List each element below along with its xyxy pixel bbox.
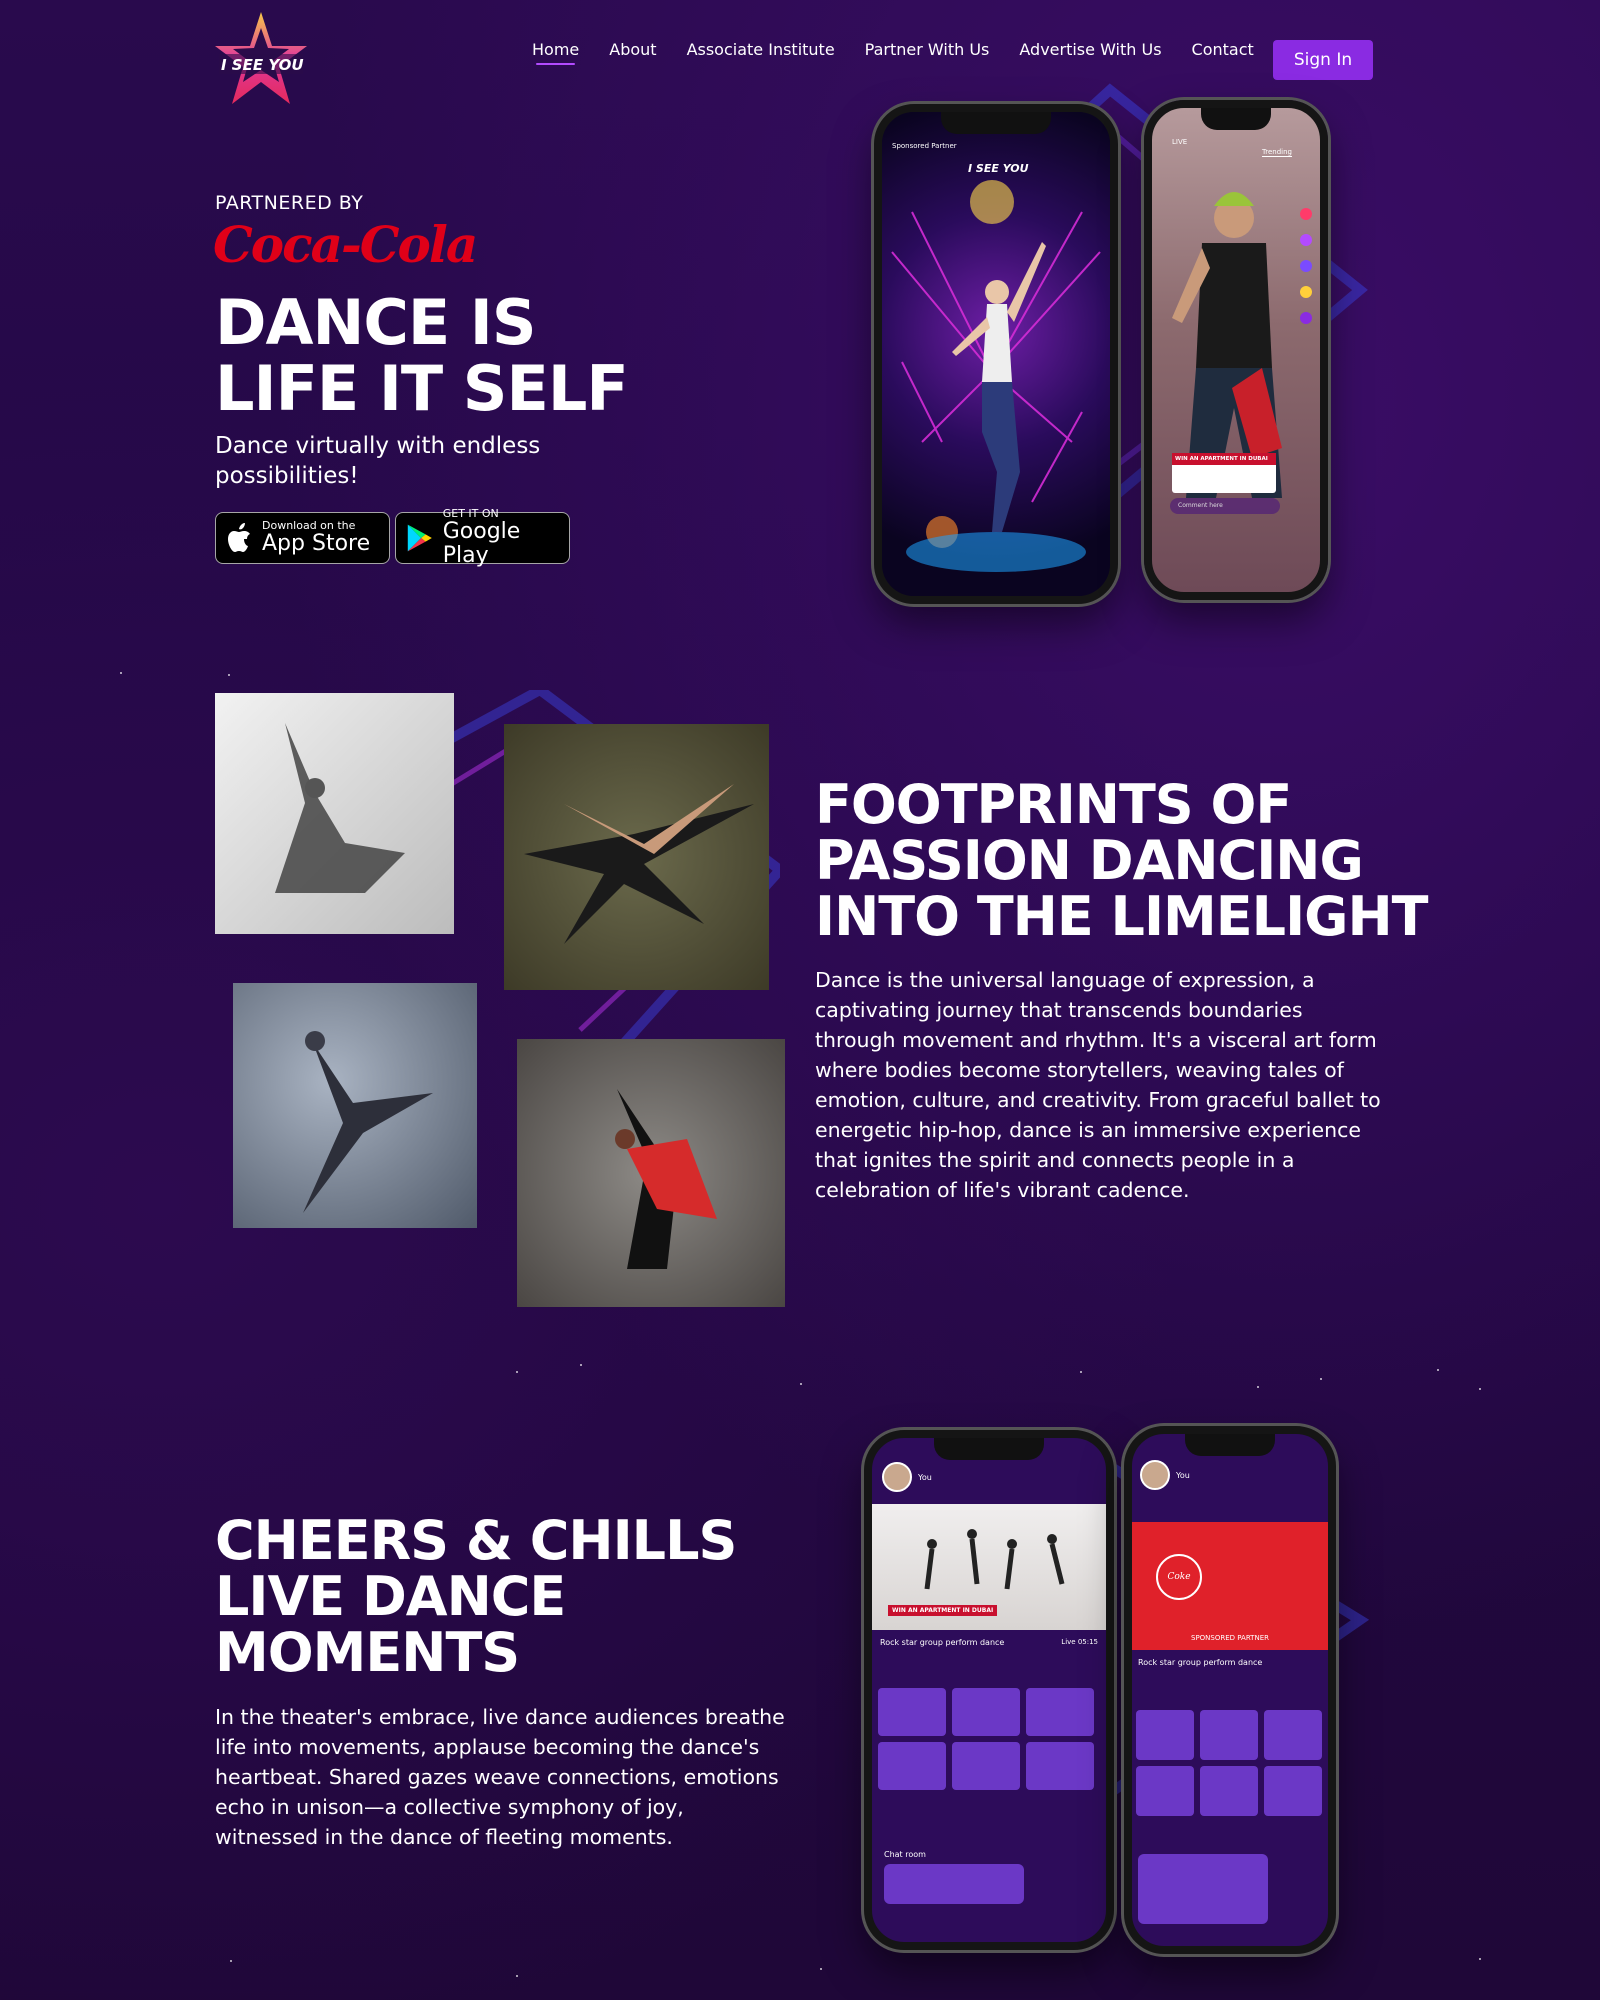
participant-tile[interactable]	[952, 1742, 1020, 1790]
app-store-button[interactable]: Download on the App Store	[215, 512, 390, 564]
dancer-photo	[1172, 192, 1282, 498]
google-play-icon	[407, 524, 432, 552]
nav-partner-with-us[interactable]: Partner With Us	[865, 40, 990, 59]
partnered-by-label: PARTNERED BY	[215, 192, 364, 214]
chat-message	[884, 1864, 1024, 1904]
participant-tile[interactable]	[878, 1688, 946, 1736]
section2-title-line3: INTO THE LIMELIGHT	[815, 885, 1429, 948]
section3-title-line3: MOMENTS	[215, 1621, 520, 1684]
hero-phone-right: LIVE Trending WIN AN APARTMENT IN DUBAI …	[1144, 100, 1328, 600]
phone4-sponsored-label: SPONSORED PARTNER	[1191, 1634, 1269, 1642]
participant-tile[interactable]	[952, 1688, 1020, 1736]
phone3-caption: Rock star group perform dance	[880, 1638, 1005, 1647]
phone3-banner: WIN AN APARTMENT IN DUBAI	[888, 1605, 998, 1616]
google-play-big-text: Google Play	[442, 519, 521, 568]
phone2-trending-tab[interactable]: Trending	[1262, 148, 1292, 157]
phone2-side-icons	[1300, 208, 1312, 324]
participant-tile[interactable]	[878, 1742, 946, 1790]
phone4-caption: Rock star group perform dance	[1138, 1658, 1263, 1667]
live-phone-right: You Coke SPONSORED PARTNER Rock star gro…	[1124, 1426, 1336, 1954]
logo-text: I SEE YOU	[221, 56, 304, 74]
phone3-username: You	[918, 1472, 932, 1482]
participant-tile[interactable]	[1264, 1710, 1322, 1760]
phone4-username: You	[1176, 1470, 1190, 1480]
award-icon[interactable]	[1300, 312, 1312, 324]
dance-photo-4	[517, 1039, 785, 1307]
chat-message	[1138, 1854, 1268, 1924]
section2-title-line1: FOOTPRINTS OF	[815, 773, 1292, 836]
nav-advertise-with-us[interactable]: Advertise With Us	[1019, 40, 1161, 59]
participant-tile[interactable]	[1026, 1742, 1094, 1790]
coca-cola-logo: Coke	[1156, 1554, 1202, 1600]
dance-photo-3	[233, 983, 477, 1228]
google-play-button[interactable]: GET IT ON Google Play	[395, 508, 570, 568]
section3-title: CHEERS & CHILLS LIVE DANCE MOMENTS	[215, 1509, 737, 1684]
apple-icon	[228, 523, 250, 552]
participant-tile[interactable]	[1136, 1766, 1194, 1816]
phone3-live-time: Live 05:15	[1061, 1638, 1098, 1646]
participant-tile[interactable]	[1264, 1766, 1322, 1816]
section3-title-line1: CHEERS & CHILLS	[215, 1509, 737, 1572]
section2-text: Dance is the universal language of expre…	[815, 968, 1381, 1202]
nav-contact[interactable]: Contact	[1192, 40, 1254, 59]
hero-phone-left: Sponsored Partner I SEE YOU	[874, 104, 1118, 604]
main-nav: Home About Associate Institute Partner W…	[532, 40, 1254, 65]
dance-photo-2	[504, 724, 769, 990]
app-store-big-text: App Store	[262, 531, 371, 556]
gift-icon[interactable]	[1300, 286, 1312, 298]
phone2-comment-input[interactable]: Comment here	[1170, 498, 1280, 514]
phone1-logo-text: I SEE YOU	[968, 162, 1029, 175]
phone2-promo-banner[interactable]: WIN AN APARTMENT IN DUBAI	[1172, 453, 1276, 493]
dance-photo-1	[215, 693, 454, 934]
section3-text: In the theater's embrace, live dance aud…	[215, 1705, 785, 1849]
section3-title-line2: LIVE DANCE	[215, 1565, 566, 1628]
share-icon[interactable]	[1300, 260, 1312, 272]
hero-subtitle: Dance virtually with endless possibiliti…	[215, 433, 541, 489]
phone4-sponsor-panel: Coke SPONSORED PARTNER	[1132, 1522, 1328, 1650]
hero-title-line2: LIFE IT SELF	[215, 352, 629, 425]
chat-icon[interactable]	[1300, 234, 1312, 246]
participant-tile[interactable]	[1136, 1710, 1194, 1760]
nav-about[interactable]: About	[609, 40, 656, 59]
nav-home[interactable]: Home	[532, 40, 579, 65]
participant-tile[interactable]	[1200, 1766, 1258, 1816]
hero-title-line1: DANCE IS	[215, 286, 536, 359]
phone1-sponsor-label: Sponsored Partner	[892, 142, 957, 150]
nav-associate-institute[interactable]: Associate Institute	[687, 40, 835, 59]
heart-icon[interactable]	[1300, 208, 1312, 220]
avatar[interactable]	[1140, 1460, 1170, 1490]
section2-title: FOOTPRINTS OF PASSION DANCING INTO THE L…	[815, 773, 1429, 948]
sign-in-button[interactable]: Sign In	[1273, 40, 1373, 80]
participant-tile[interactable]	[1200, 1710, 1258, 1760]
phone3-participant-grid	[878, 1688, 1094, 1790]
phone2-banner-text: WIN AN APARTMENT IN DUBAI	[1172, 453, 1276, 465]
phone3-video-area[interactable]: WIN AN APARTMENT IN DUBAI	[872, 1504, 1106, 1630]
phone4-participant-grid	[1136, 1710, 1322, 1816]
phone3-chat-label: Chat room	[884, 1850, 926, 1859]
coca-cola-logo: Coca-Cola	[213, 215, 478, 274]
participant-tile[interactable]	[1026, 1688, 1094, 1736]
brand-logo[interactable]: I SEE YOU	[215, 12, 307, 108]
dancer-silhouette	[952, 242, 1046, 532]
section2-title-line2: PASSION DANCING	[815, 829, 1364, 892]
hero-title: DANCE IS LIFE IT SELF	[215, 286, 629, 425]
live-phone-left: You WIN AN APARTMENT IN DUBAI Rock star …	[864, 1430, 1114, 1950]
avatar[interactable]	[882, 1462, 912, 1492]
phone2-live-label: LIVE	[1172, 138, 1188, 146]
